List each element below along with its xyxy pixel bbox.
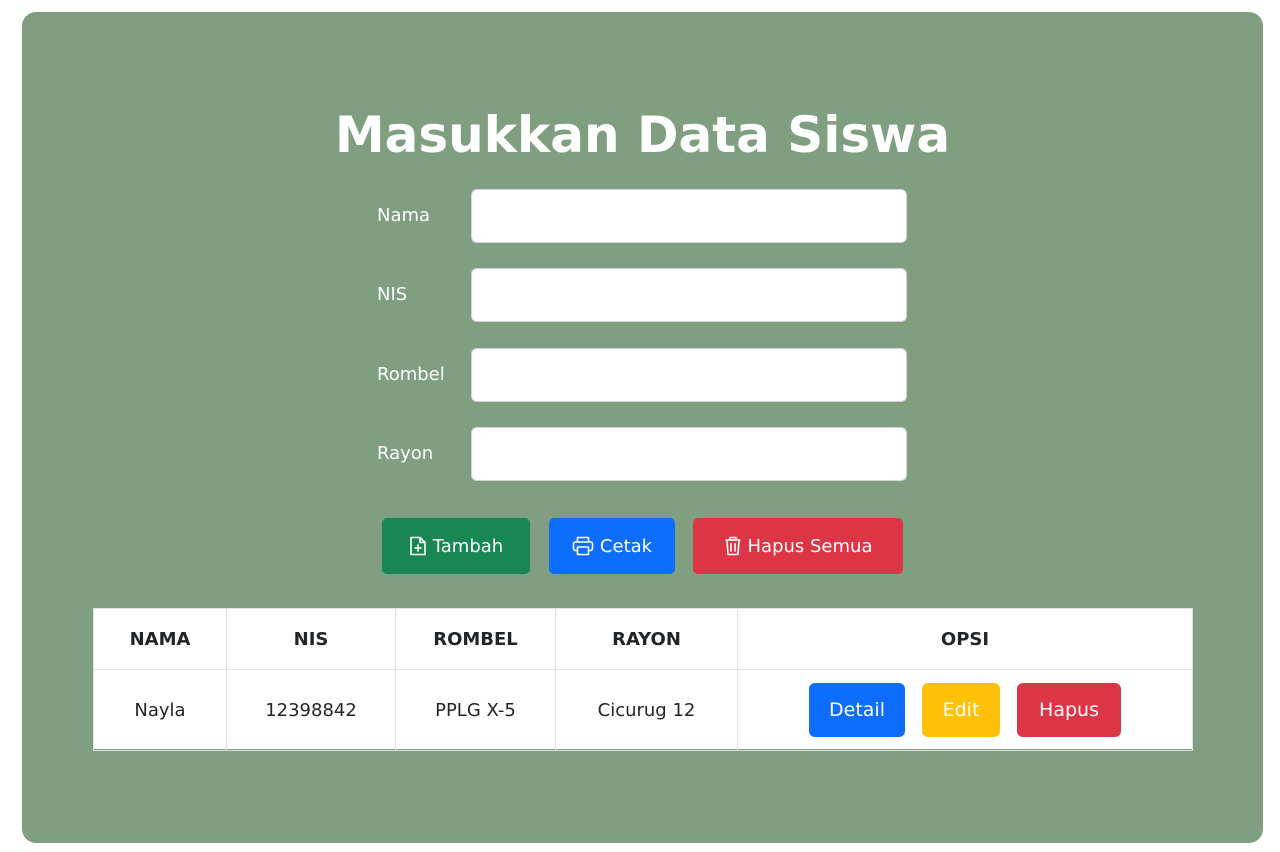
file-plus-icon — [409, 536, 427, 556]
rayon-input[interactable] — [471, 427, 907, 481]
cell-nis: 12398842 — [226, 669, 396, 751]
nama-label: Nama — [377, 205, 431, 226]
add-button[interactable]: Tambah — [382, 518, 530, 574]
nis-input[interactable] — [471, 268, 907, 322]
row-actions: Detail Edit Hapus — [738, 683, 1192, 737]
delete-button[interactable]: Hapus — [1017, 683, 1121, 737]
form-card: Masukkan Data Siswa Nama NIS Rombel Rayo… — [22, 12, 1263, 843]
column-header-rayon: RAYON — [555, 608, 738, 670]
form-row-nama: Nama — [377, 189, 917, 243]
table-header-row: NAMA NIS ROMBEL RAYON OPSI — [93, 608, 1193, 670]
page-title: Masukkan Data Siswa — [334, 106, 951, 164]
detail-button[interactable]: Detail — [809, 683, 905, 737]
cell-opsi: Detail Edit Hapus — [737, 669, 1193, 751]
form-row-rombel: Rombel — [377, 348, 917, 402]
nis-label: NIS — [377, 284, 408, 305]
print-button-label: Cetak — [599, 535, 653, 557]
add-button-label: Tambah — [432, 535, 504, 557]
cell-rayon: Cicurug 12 — [555, 669, 738, 751]
column-header-nis: NIS — [226, 608, 396, 670]
rombel-input[interactable] — [471, 348, 907, 402]
table-row: Nayla 12398842 PPLG X-5 Cicurug 12 Detai… — [93, 669, 1193, 751]
rayon-label: Rayon — [377, 443, 434, 464]
cell-nama: Nayla — [93, 669, 227, 751]
print-button[interactable]: Cetak — [549, 518, 675, 574]
cell-rombel: PPLG X-5 — [395, 669, 556, 751]
nama-input[interactable] — [471, 189, 907, 243]
delete-all-button[interactable]: Hapus Semua — [693, 518, 903, 574]
rombel-label: Rombel — [377, 364, 445, 385]
student-table: NAMA NIS ROMBEL RAYON OPSI Nayla 1239884… — [93, 608, 1193, 751]
column-header-rombel: ROMBEL — [395, 608, 556, 670]
edit-button[interactable]: Edit — [922, 683, 1000, 737]
form-row-nis: NIS — [377, 268, 917, 322]
delete-all-button-label: Hapus Semua — [747, 535, 873, 557]
column-header-nama: NAMA — [93, 608, 227, 670]
form-row-rayon: Rayon — [377, 427, 917, 481]
printer-icon — [572, 536, 594, 556]
column-header-opsi: OPSI — [737, 608, 1193, 670]
trash-icon — [724, 536, 742, 556]
